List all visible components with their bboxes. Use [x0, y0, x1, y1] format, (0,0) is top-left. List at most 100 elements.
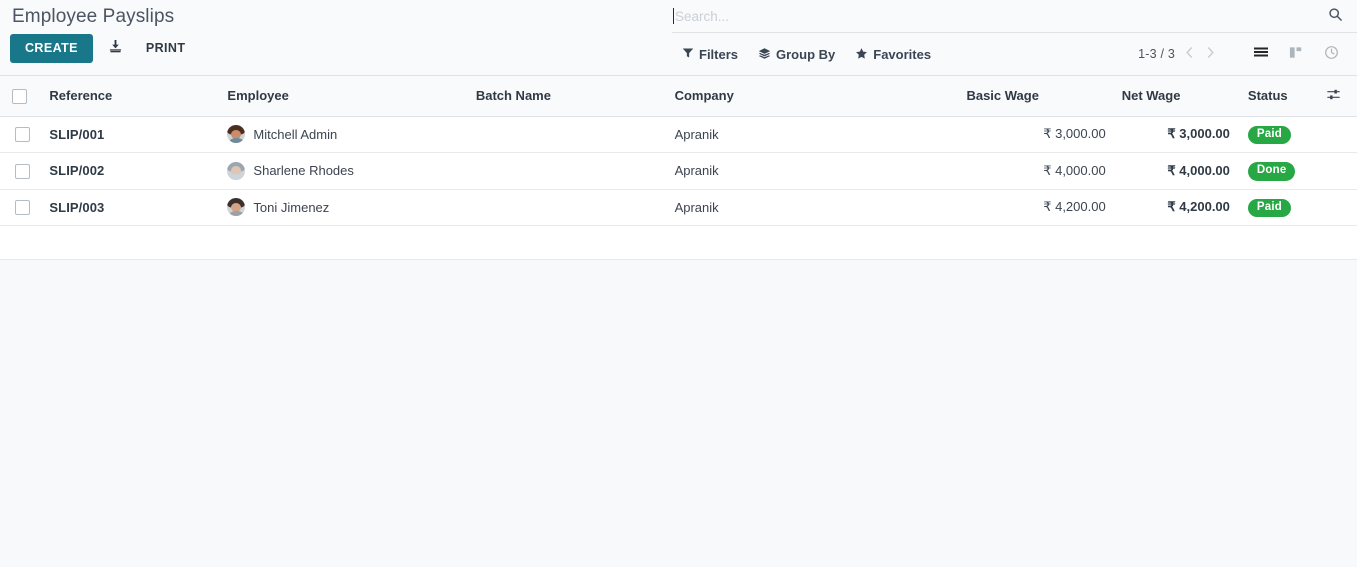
- avatar: [227, 198, 246, 217]
- row-checkbox[interactable]: [15, 127, 31, 143]
- status-badge: Done: [1247, 162, 1296, 181]
- control-panel-left: Employee Payslips CREATE PRINT: [10, 0, 650, 63]
- cell-optional: [1325, 116, 1357, 153]
- view-switcher-list[interactable]: [1243, 44, 1279, 65]
- cell-reference[interactable]: SLIP/001: [41, 116, 220, 153]
- employee-name: Sharlene Rhodes: [253, 163, 354, 179]
- cell-net-wage[interactable]: ₹ 4,200.00: [1113, 189, 1238, 226]
- select-all-header: [0, 76, 42, 117]
- layers-icon: [758, 47, 771, 62]
- reference-text: SLIP/002: [49, 163, 105, 179]
- employee-name: Mitchell Admin: [253, 126, 338, 142]
- cell-net-wage[interactable]: ₹ 3,000.00: [1113, 116, 1238, 153]
- net-wage-value: ₹ 4,000.00: [1167, 162, 1230, 178]
- sliders-icon: [1326, 87, 1341, 105]
- star-icon: [855, 47, 868, 62]
- column-header-status[interactable]: Status: [1237, 76, 1326, 117]
- cell-employee[interactable]: Toni Jimenez: [219, 189, 468, 226]
- download-icon: [108, 39, 123, 57]
- filters-dropdown[interactable]: Filters: [672, 43, 748, 65]
- favorites-label: Favorites: [873, 46, 932, 62]
- facets-row: Filters Group By Favorites 1-3 / 3: [672, 33, 1357, 75]
- table-row[interactable]: SLIP/002 Sharlene Rhodes Apranik ₹ 4,000.00…: [0, 152, 1357, 190]
- reference-text: SLIP/003: [49, 199, 105, 215]
- avatar: [227, 125, 246, 144]
- cell-batch-name[interactable]: [467, 189, 667, 226]
- column-header-basic-wage[interactable]: Basic Wage: [958, 76, 1114, 117]
- row-select-cell: [0, 116, 42, 153]
- control-panel: Employee Payslips CREATE PRINT Search...…: [0, 0, 1357, 76]
- employee-name: Toni Jimenez: [253, 199, 330, 215]
- cell-reference[interactable]: SLIP/002: [41, 152, 220, 190]
- column-header-net-wage[interactable]: Net Wage: [1113, 76, 1238, 117]
- search-icon: [1328, 7, 1343, 25]
- payslips-table: Reference Employee Batch Name Company Ba…: [0, 76, 1357, 260]
- basic-wage-value: ₹ 4,000.00: [1043, 162, 1106, 178]
- cell-basic-wage[interactable]: ₹ 4,000.00: [958, 152, 1114, 190]
- search-row: [672, 0, 1357, 33]
- column-header-batch-name[interactable]: Batch Name: [467, 76, 667, 117]
- cell-employee[interactable]: Mitchell Admin: [219, 116, 468, 153]
- column-header-reference[interactable]: Reference: [41, 76, 220, 117]
- optional-columns-header: [1325, 76, 1357, 117]
- page-title: Employee Payslips: [12, 6, 175, 27]
- pager-next-button[interactable]: [1200, 44, 1221, 64]
- optional-columns-button[interactable]: [1326, 87, 1341, 105]
- groupby-label: Group By: [776, 46, 836, 62]
- groupby-dropdown[interactable]: Group By: [748, 43, 845, 66]
- view-switcher-activity[interactable]: [1314, 43, 1349, 65]
- table-header: Reference Employee Batch Name Company Ba…: [0, 76, 1357, 117]
- favorites-dropdown[interactable]: Favorites: [845, 43, 941, 66]
- page-background: [0, 260, 1357, 567]
- cell-optional: [1325, 152, 1357, 190]
- cell-optional: [1325, 189, 1357, 226]
- table-row[interactable]: SLIP/003 Toni Jimenez Apranik ₹ 4,200.00 ₹ 4…: [0, 189, 1357, 226]
- basic-wage-value: ₹ 4,200.00: [1043, 199, 1106, 215]
- export-button[interactable]: [99, 35, 132, 61]
- pager-previous-button[interactable]: [1179, 44, 1200, 64]
- search-input-wrap[interactable]: [672, 0, 1322, 32]
- cell-basic-wage[interactable]: ₹ 3,000.00: [958, 116, 1114, 153]
- chevron-right-icon: [1205, 46, 1216, 62]
- search-button[interactable]: [1322, 7, 1349, 25]
- table-body: SLIP/001 Mitchell Admin Apranik ₹ 3,000.00 ₹…: [0, 116, 1357, 260]
- cell-status[interactable]: Paid: [1237, 189, 1326, 226]
- net-wage-value: ₹ 3,000.00: [1167, 126, 1230, 142]
- cell-batch-name[interactable]: [467, 116, 667, 153]
- breadcrumb: Employee Payslips: [10, 0, 650, 30]
- view-switcher-kanban[interactable]: [1279, 44, 1314, 65]
- print-button[interactable]: PRINT: [136, 35, 196, 62]
- text-caret: [673, 8, 674, 24]
- cell-employee[interactable]: Sharlene Rhodes: [219, 152, 468, 190]
- row-checkbox[interactable]: [15, 200, 31, 216]
- list-view-icon: [1253, 46, 1269, 63]
- cell-company[interactable]: Apranik: [666, 116, 959, 153]
- action-buttons: CREATE PRINT: [10, 30, 650, 63]
- view-switcher: [1243, 43, 1349, 65]
- cell-basic-wage[interactable]: ₹ 4,200.00: [958, 189, 1114, 226]
- net-wage-value: ₹ 4,200.00: [1167, 199, 1230, 215]
- column-header-employee[interactable]: Employee: [219, 76, 468, 117]
- empty-cell: [0, 225, 1357, 260]
- filters-label: Filters: [699, 46, 739, 62]
- cell-batch-name[interactable]: [467, 152, 667, 190]
- search-input[interactable]: [675, 5, 1322, 27]
- table-row[interactable]: SLIP/001 Mitchell Admin Apranik ₹ 3,000.00 ₹…: [0, 116, 1357, 153]
- create-button[interactable]: CREATE: [10, 34, 93, 63]
- clock-view-icon: [1324, 45, 1339, 63]
- cell-company[interactable]: Apranik: [666, 152, 959, 190]
- status-badge: Paid: [1247, 198, 1291, 217]
- empty-filler-row: [0, 225, 1357, 260]
- select-all-checkbox[interactable]: [12, 88, 27, 104]
- status-badge: Paid: [1247, 125, 1291, 144]
- cell-status[interactable]: Done: [1237, 152, 1326, 190]
- cell-reference[interactable]: SLIP/003: [41, 189, 220, 226]
- row-checkbox[interactable]: [15, 163, 31, 179]
- column-header-company[interactable]: Company: [666, 76, 959, 117]
- avatar: [227, 161, 246, 180]
- cell-status[interactable]: Paid: [1237, 116, 1326, 153]
- cell-net-wage[interactable]: ₹ 4,000.00: [1113, 152, 1238, 190]
- pager-range: 1-3 / 3: [1138, 47, 1175, 61]
- chevron-left-icon: [1184, 46, 1195, 62]
- cell-company[interactable]: Apranik: [666, 189, 959, 226]
